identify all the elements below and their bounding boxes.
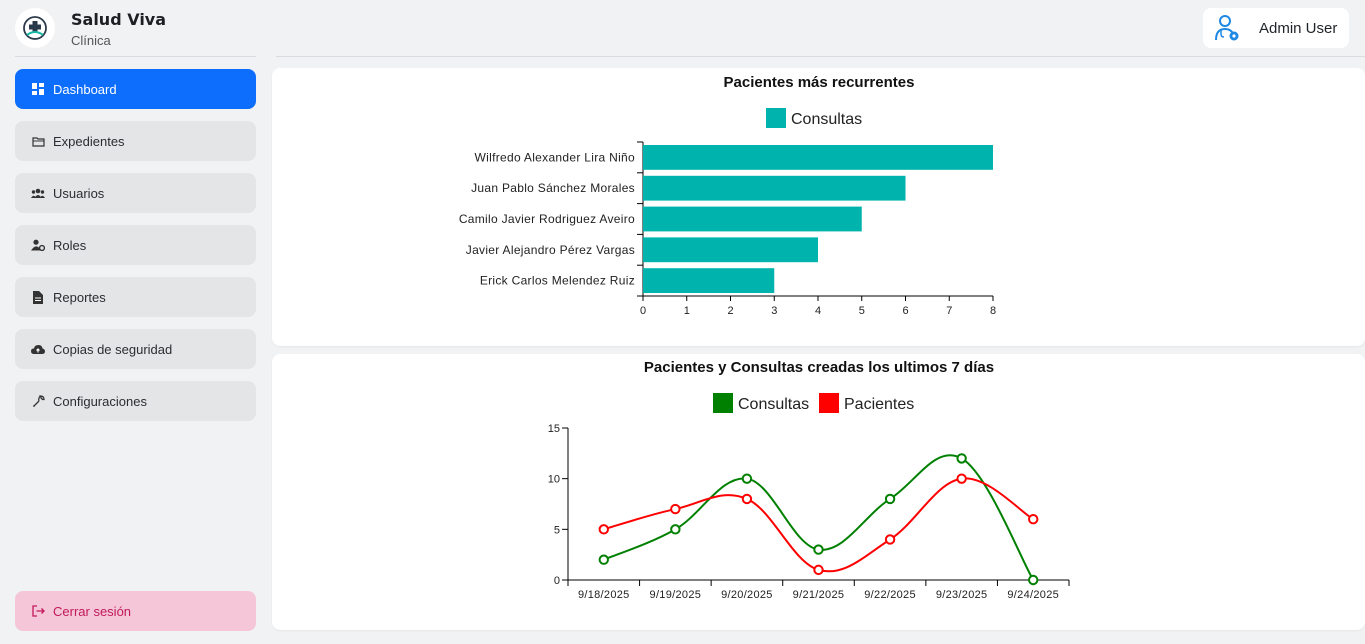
bar-category-label: Erick Carlos Melendez Ruiz (480, 274, 635, 288)
series-point (598, 554, 609, 565)
x-tick-label: 0 (640, 305, 646, 317)
logout-button[interactable]: Cerrar sesión (15, 591, 256, 631)
legend-swatch (713, 393, 733, 413)
x-tick-label: 5 (859, 305, 865, 317)
nav-item-roles[interactable]: Roles (15, 225, 256, 265)
last7days-chart: Pacientes y Consultas creadas los ultimo… (548, 359, 1070, 601)
y-tick-label: 0 (554, 575, 560, 587)
bar-category-label: Juan Pablo Sánchez Morales (471, 181, 635, 195)
series-line (603, 477, 1034, 573)
nav-item-configuraciones[interactable]: Configuraciones (15, 381, 256, 421)
x-tick-label: 6 (902, 305, 908, 317)
logout-label: Cerrar sesión (53, 603, 132, 619)
topbar: Admin User (276, 0, 1365, 57)
user-gear-icon (31, 238, 45, 252)
file-icon (31, 290, 45, 304)
nav-item-reportes[interactable]: Reportes (15, 277, 256, 317)
legend-label: Consultas (738, 396, 809, 413)
series-point (813, 544, 824, 555)
series-point (670, 524, 681, 535)
wrench-icon (31, 394, 45, 408)
x-tick-label: 9/22/2025 (864, 589, 916, 601)
x-tick-label: 9/21/2025 (793, 589, 845, 601)
x-tick-label: 9/24/2025 (1007, 589, 1059, 601)
x-tick-label: 9/19/2025 (650, 589, 702, 601)
series-line (603, 454, 1035, 581)
legend-label: Consultas (791, 111, 862, 128)
recurrent-patients-card: Pacientes más recurrentes Consultas Wilfre… (272, 68, 1365, 346)
bar (643, 206, 862, 232)
nav-item-label: Reportes (53, 289, 106, 305)
nav-item-expedientes[interactable]: Expedientes (15, 121, 256, 161)
series-point (598, 524, 609, 535)
series-point (741, 493, 753, 505)
nav-item-label: Roles (53, 237, 87, 253)
x-tick-label: 9/18/2025 (578, 589, 630, 601)
y-tick-label: 5 (554, 524, 560, 536)
series-point (1028, 574, 1039, 586)
bar-category-label: Javier Alejandro Pérez Vargas (466, 243, 635, 257)
doctor-user-icon (1209, 10, 1245, 46)
legend-swatch (766, 108, 786, 128)
logout-icon (31, 604, 45, 618)
bar (643, 175, 906, 201)
bar (643, 268, 775, 293)
recurrent-patients-chart: Pacientes más recurrentes Consultas Wilfre… (459, 74, 996, 317)
nav-item-label: Dashboard (53, 81, 117, 97)
x-tick-label: 2 (727, 305, 733, 317)
x-tick-label: 1 (684, 305, 690, 317)
last7days-card: Pacientes y Consultas creadas los ultimo… (272, 354, 1365, 630)
nav-item-usuarios[interactable]: Usuarios (15, 173, 256, 213)
nav-item-label: Copias de seguridad (53, 341, 173, 357)
y-tick-label: 10 (548, 474, 560, 486)
clinic-logo-icon (15, 8, 55, 48)
bar (643, 237, 818, 263)
chart-title: Pacientes y Consultas creadas los ultimo… (644, 359, 994, 376)
brand-name: Salud Viva (71, 10, 167, 29)
bar-category-label: Wilfredo Alexander Lira Niño (475, 150, 636, 164)
chart-title: Pacientes más recurrentes (724, 74, 915, 91)
legend-label: Pacientes (844, 396, 914, 413)
nav-item-label: Usuarios (53, 185, 105, 201)
x-tick-label: 4 (815, 305, 821, 317)
series-point (884, 534, 896, 545)
series-point (884, 493, 896, 505)
nav-item-dashboard[interactable]: Dashboard (15, 69, 256, 109)
folder-icon (31, 134, 45, 148)
x-tick-label: 7 (946, 305, 952, 317)
bar-category-label: Camilo Javier Rodriguez Aveiro (459, 212, 635, 226)
bar (643, 145, 993, 170)
series-point (956, 453, 967, 464)
nav-item-label: Configuraciones (53, 393, 147, 409)
x-tick-label: 9/20/2025 (721, 589, 773, 601)
cloud-upload-icon (31, 342, 45, 356)
legend-swatch (819, 393, 839, 413)
nav-item-copias[interactable]: Copias de seguridad (15, 329, 256, 369)
user-name: Admin User (1259, 19, 1338, 37)
series-point (956, 473, 967, 484)
series-point (813, 564, 824, 576)
y-tick-label: 15 (548, 423, 560, 435)
user-menu[interactable]: Admin User (1203, 8, 1349, 48)
brand-subtitle: Clínica (71, 33, 111, 48)
series-point (741, 473, 753, 484)
x-tick-label: 9/23/2025 (936, 589, 988, 601)
brand: Salud Viva Clínica (15, 7, 256, 57)
series-point (670, 503, 681, 515)
users-icon (31, 186, 45, 200)
series-point (1028, 514, 1039, 525)
x-tick-label: 3 (771, 305, 777, 317)
sidebar: Salud Viva Clínica Dashboard Expedientes… (0, 0, 272, 644)
nav-item-label: Expedientes (53, 133, 125, 149)
x-tick-label: 8 (990, 305, 996, 317)
dashboard-icon (31, 82, 45, 96)
